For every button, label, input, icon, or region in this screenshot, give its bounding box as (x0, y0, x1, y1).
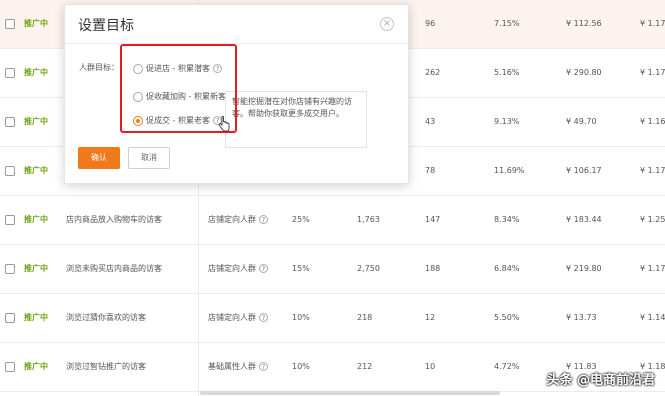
cell-price: ¥ 183.44 (566, 215, 602, 224)
row-checkbox[interactable] (5, 166, 15, 176)
cell-more: ¥ 1.17 (640, 264, 665, 273)
cell-rate: 8.34% (494, 215, 520, 224)
cell-more: ¥ 1.16 (640, 117, 665, 126)
crowd-goal-label: 人群目标： (79, 63, 119, 72)
cancel-button[interactable]: 取消 (128, 147, 170, 169)
row-checkbox[interactable] (5, 313, 15, 323)
status-label: 推广中 (24, 313, 48, 322)
status-label: 推广中 (24, 362, 48, 371)
status-label: 推广中 (24, 166, 48, 175)
help-icon[interactable]: ? (259, 362, 268, 371)
cell-rate: 5.50% (494, 313, 520, 322)
table-row[interactable]: 推广中 浏览未购买店内商品的访客 店铺定向人群? 15% 2,750 188 6… (0, 245, 665, 294)
cell-crowd-type: 店铺定向人群? (208, 245, 268, 293)
row-checkbox[interactable] (5, 264, 15, 274)
dialog-divider (65, 43, 408, 44)
cell-audience-name: 浏览过智钻推广的访客 (66, 362, 146, 371)
cell-count: 188 (425, 264, 441, 273)
cell-rate: 4.72% (494, 362, 520, 371)
cell-price: ¥ 290.80 (566, 68, 602, 77)
horizontal-scrollbar[interactable] (200, 391, 500, 395)
cell-rate: 5.16% (494, 68, 520, 77)
status-label: 推广中 (24, 68, 48, 77)
dialog-title: 设置目标 (78, 18, 134, 34)
goal-tooltip: 智能挖掘潜在对你店铺有兴趣的访客。帮助你获取更多成交用户。 (225, 91, 367, 148)
cell-premium: 25% (292, 215, 310, 224)
row-checkbox[interactable] (5, 215, 15, 225)
cell-coverage: 218 (357, 313, 373, 322)
cell-rate: 7.15% (494, 19, 520, 28)
cell-count: 43 (425, 117, 436, 126)
cell-crowd-type: 店铺定向人群? (208, 294, 268, 342)
cell-rate: 9.13% (494, 117, 520, 126)
cell-rate: 6.84% (494, 264, 520, 273)
cell-premium: 10% (292, 313, 310, 322)
cell-price: ¥ 219.80 (566, 264, 602, 273)
cell-more: ¥ 1.17 (640, 68, 665, 77)
cell-count: 96 (425, 19, 436, 28)
confirm-button[interactable]: 确认 (78, 147, 120, 169)
row-checkbox[interactable] (5, 362, 15, 372)
cell-premium: 15% (292, 264, 310, 273)
close-icon[interactable]: × (380, 17, 394, 31)
status-label: 推广中 (24, 264, 48, 273)
cell-price: ¥ 112.56 (566, 19, 602, 28)
cell-premium: 10% (292, 362, 310, 371)
cell-price: ¥ 49.70 (566, 117, 597, 126)
cell-price: ¥ 106.17 (566, 166, 602, 175)
cell-more: ¥ 1.17 (640, 19, 665, 28)
cell-crowd-type: 店铺定向人群? (208, 196, 268, 244)
cell-audience-name: 浏览过猜你喜欢的访客 (66, 313, 146, 322)
help-icon[interactable]: ? (259, 264, 268, 273)
cell-more: ¥ 1.17 (640, 166, 665, 175)
row-checkbox[interactable] (5, 19, 15, 29)
cell-audience-name: 浏览未购买店内商品的访客 (66, 264, 162, 273)
status-label: 推广中 (24, 19, 48, 28)
status-label: 推广中 (24, 117, 48, 126)
cell-rate: 11.69% (494, 166, 525, 175)
cell-price: ¥ 13.73 (566, 313, 597, 322)
cell-coverage: 1,763 (357, 215, 380, 224)
cell-crowd-type: 基础属性人群? (208, 343, 268, 391)
cell-more: ¥ 1.25 (640, 215, 665, 224)
cell-count: 147 (425, 215, 441, 224)
cell-count: 262 (425, 68, 441, 77)
cell-count: 10 (425, 362, 436, 371)
cell-coverage: 2,750 (357, 264, 380, 273)
watermark: 头条 @电商前沿君 (546, 373, 655, 388)
cell-audience-name: 店内商品放入购物车的访客 (66, 215, 162, 224)
cell-count: 12 (425, 313, 436, 322)
help-icon[interactable]: ? (259, 313, 268, 322)
help-icon[interactable]: ? (259, 215, 268, 224)
cell-count: 78 (425, 166, 436, 175)
table-row[interactable]: 推广中 浏览过猜你喜欢的访客 店铺定向人群? 10% 218 12 5.50% … (0, 294, 665, 343)
row-checkbox[interactable] (5, 68, 15, 78)
cell-more: ¥ 1.14 (640, 313, 665, 322)
row-checkbox[interactable] (5, 117, 15, 127)
status-label: 推广中 (24, 215, 48, 224)
hand-cursor-icon (218, 116, 230, 132)
cell-coverage: 212 (357, 362, 373, 371)
table-row[interactable]: 推广中 店内商品放入购物车的访客 店铺定向人群? 25% 1,763 147 8… (0, 196, 665, 245)
